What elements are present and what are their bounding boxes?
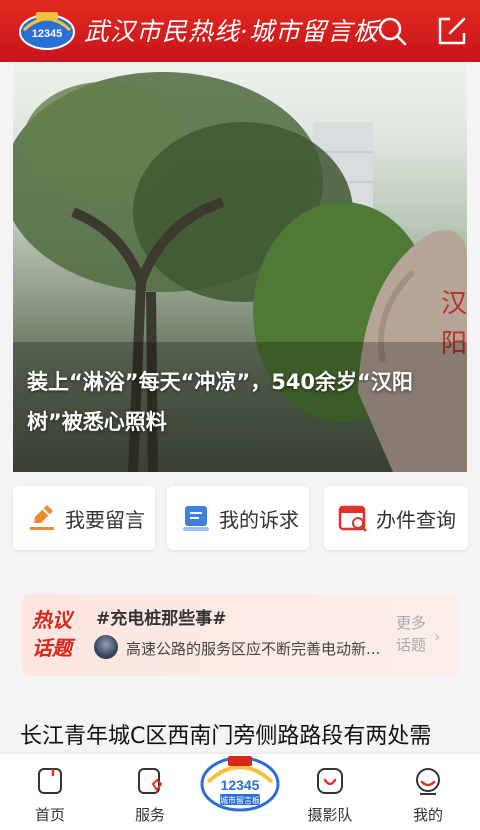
document-icon [183,506,209,531]
avatar [94,635,118,659]
hero-caption: 装上“淋浴”每天“冲凉”，540余岁“汉阳树”被悉心照料 [27,370,413,434]
home-icon [38,768,62,794]
hot-topic-card[interactable]: 热议 话题 #充电桩那些事# 高速公路的服务区应不断完善电动新... 更多 话题… [22,594,458,676]
case-query-button[interactable]: 办件查询 [324,486,468,550]
case-query-label: 办件查询 [376,507,456,532]
external-link-icon [438,17,466,45]
tab-home-label: 首页 [34,806,65,824]
more-topics-line1: 更多 [396,614,427,632]
app-header: 12345 武汉市民热线·城市留言板 [0,0,480,62]
user-icon [416,768,440,795]
search-document-icon [338,505,367,532]
search-icon [378,17,407,46]
leave-message-button[interactable]: 我要留言 [13,486,155,550]
hot-topic-title[interactable]: #充电桩那些事# [96,604,227,629]
hot-badge-line2: 话题 [32,636,72,660]
tab-mine-label: 我的 [412,806,443,824]
svg-text:汉: 汉 [441,289,467,319]
hero-banner[interactable]: 汉 阳 装上“淋浴”每天“冲凉”，540余岁“汉阳树”被悉心照料 [13,62,467,472]
pencil-icon [30,505,54,530]
header-share-button[interactable] [436,15,468,47]
camera-icon [317,768,343,794]
tab-mine[interactable]: 我的 [398,766,458,825]
header-search-button[interactable] [376,15,408,47]
tab-service[interactable]: 服务 [120,766,180,825]
center-logo-button[interactable]: 12345 城市留言板 [200,748,280,812]
svg-text:12345: 12345 [32,28,63,40]
my-requests-label: 我的诉求 [219,507,299,532]
news-headline[interactable]: 长江青年城C区西南门旁侧路路段有两处需 [20,718,470,750]
more-topics-link[interactable]: 更多 话题 [396,612,426,656]
tab-service-label: 服务 [134,806,165,824]
hotline-logo: 12345 [19,12,75,50]
hot-topic-desc[interactable]: 高速公路的服务区应不断完善电动新... [126,638,390,659]
quick-actions: 我要留言 我的诉求 办件查询 [0,486,480,554]
app-title: 武汉市民热线·城市留言板 [84,17,379,46]
hot-topic-badge: 热议 话题 [32,606,88,662]
hot-badge-line1: 热议 [32,608,72,632]
chevron-right-icon: › [434,627,441,646]
service-icon [138,768,163,794]
tab-home[interactable]: 首页 [20,766,80,825]
leave-message-label: 我要留言 [65,507,145,532]
my-requests-button[interactable]: 我的诉求 [167,486,309,550]
more-topics-line2: 话题 [396,636,427,654]
center-logo-number: 12345 [221,777,260,793]
tab-photo-team-label: 摄影队 [307,806,353,824]
center-logo-text: 城市留言板 [220,795,260,805]
tab-photo-team[interactable]: 摄影队 [300,766,360,825]
